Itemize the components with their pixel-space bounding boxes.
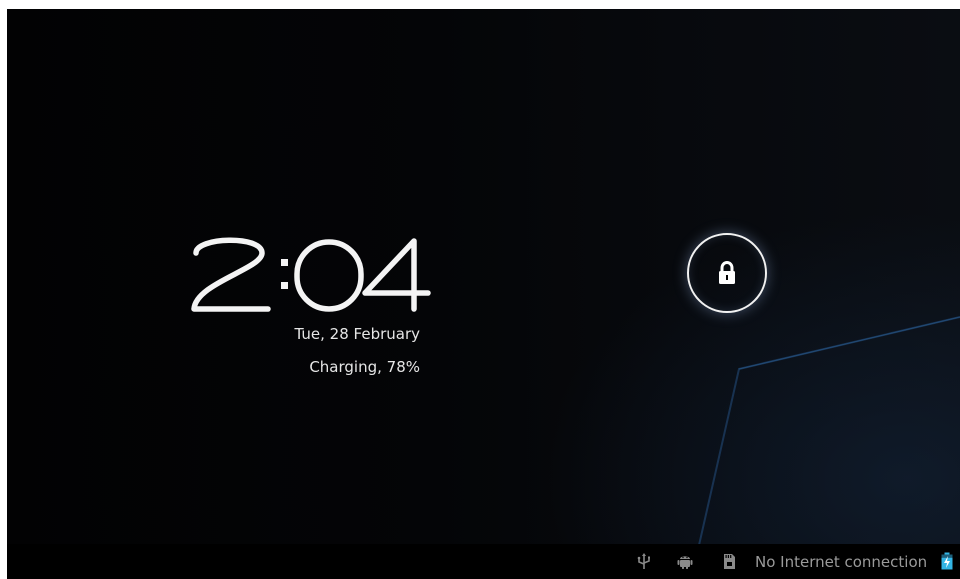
clock-minute-ones: [362, 238, 431, 312]
lock-icon: [719, 261, 735, 284]
unlock-handle[interactable]: [687, 233, 767, 313]
clock-hour: [191, 237, 271, 312]
wallpaper: [7, 9, 960, 579]
charging-status: Charging, 78%: [309, 358, 420, 376]
android-debug-icon: [677, 556, 693, 569]
clock-minute-tens: [294, 239, 364, 312]
system-status-bar: No Internet connection: [7, 544, 960, 579]
clock: [191, 237, 431, 312]
usb-icon: [637, 553, 650, 569]
network-status-text: No Internet connection: [755, 553, 928, 571]
clock-colon: [281, 259, 288, 289]
wallpaper-lines: [696, 316, 960, 555]
battery-charging-icon: [941, 552, 953, 570]
sd-card-icon: [724, 554, 735, 569]
date-text: Tue, 28 February: [294, 325, 420, 343]
lock-screen: Tue, 28 February Charging, 78% No Intern…: [7, 9, 960, 579]
